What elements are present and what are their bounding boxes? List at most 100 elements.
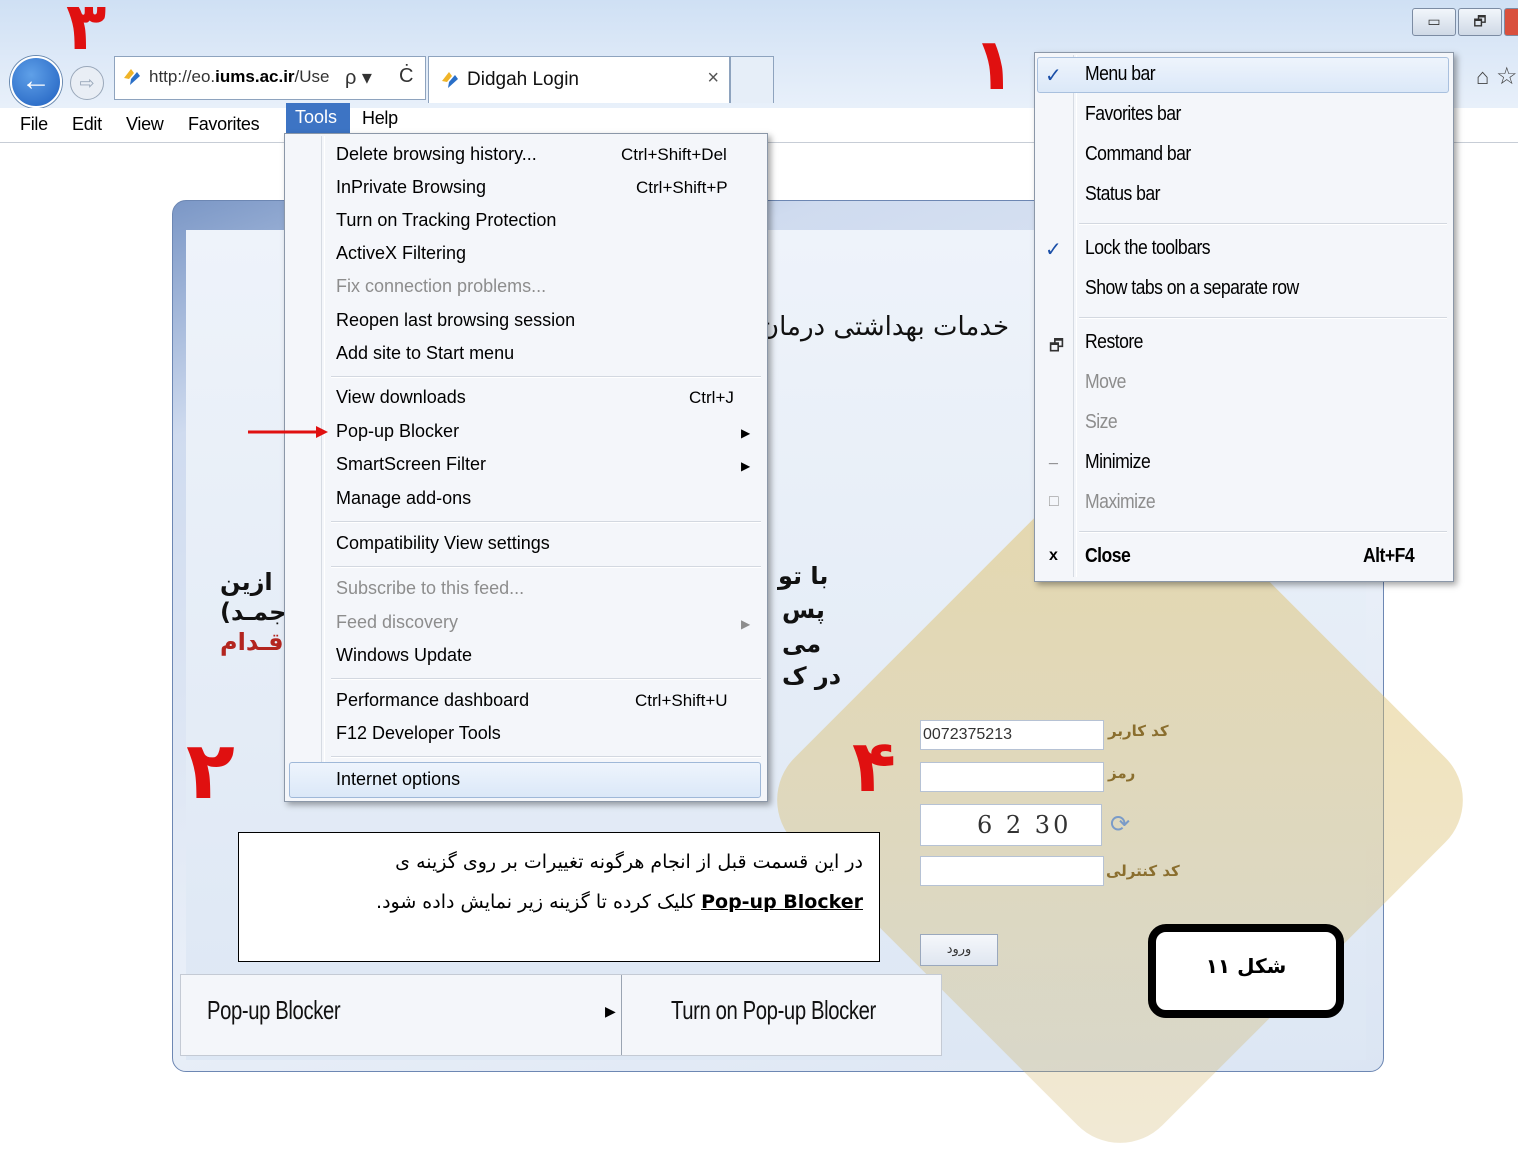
page-mid-text-1: با تو (778, 562, 829, 590)
ctx-item-status-bar[interactable]: Status bar (1085, 183, 1160, 206)
shortcut-view-downloads: Ctrl+J (689, 388, 734, 407)
star-icon[interactable]: ☆ (1496, 62, 1518, 91)
note-line-2: Pop-up Blocker کلیک کرده تا گزینه زیر نم… (376, 891, 863, 913)
ctx-item-favorites-bar[interactable]: Favorites bar (1085, 103, 1181, 126)
ctx-item-maximize[interactable]: Maximize (1085, 491, 1156, 514)
menu-separator (331, 376, 761, 378)
menu-separator (331, 566, 761, 568)
note-line-1: در این قسمت قبل از انجام هرگونه تغییرات … (395, 851, 863, 873)
username-label: کد کاربر (1108, 722, 1169, 740)
submenu-arrow-icon: ▶ (741, 426, 751, 440)
menu-separator (331, 756, 761, 758)
menu-item-manage-addons[interactable]: Manage add-ons (336, 488, 471, 509)
ctx-item-tabs-separate-row[interactable]: Show tabs on a separate row (1085, 277, 1299, 300)
page-left-text-2: جمـد) (220, 598, 287, 626)
menu-item-internet-options[interactable]: Internet options (289, 762, 761, 798)
forward-button[interactable]: ⇨ (70, 66, 104, 100)
login-submit-button[interactable]: ورود (920, 934, 998, 966)
popup-blocker-submenu: Pop-up Blocker ▶ Turn on Pop-up Blocker (180, 974, 942, 1056)
menu-item-add-start-menu[interactable]: Add site to Start menu (336, 343, 514, 364)
page-left-text-1: ازین (220, 568, 273, 596)
tab-close-icon[interactable]: × (707, 67, 719, 90)
ctx-item-minimize[interactable]: Minimize (1085, 451, 1151, 474)
password-input[interactable] (920, 762, 1104, 792)
username-input[interactable]: 0072375213 (920, 720, 1104, 750)
page-mid-text-2: پس (782, 596, 825, 624)
menu-item-f12-tools[interactable]: F12 Developer Tools (336, 723, 501, 744)
lock-toolbars-check-icon: ✓ (1045, 239, 1062, 261)
menu-help[interactable]: Help (362, 108, 398, 129)
restore-window-button[interactable]: 🗗 (1458, 8, 1502, 36)
captcha-label: کد کنترلی (1106, 862, 1180, 880)
menu-item-inprivate[interactable]: InPrivate Browsing (336, 177, 486, 198)
menu-gutter (321, 136, 325, 796)
menu-item-delete-history[interactable]: Delete browsing history... (336, 144, 537, 165)
submenu-arrow-icon: ▶ (741, 617, 751, 631)
ctx-item-lock-toolbars[interactable]: Lock the toolbars (1085, 237, 1211, 260)
menu-item-windows-update[interactable]: Windows Update (336, 645, 472, 666)
menu-view[interactable]: View (126, 114, 164, 135)
shortcut-performance-dashboard: Ctrl+Shift+U (635, 691, 728, 710)
page-header-text: خدمات بهداشتی درمان (760, 312, 1010, 342)
menu-item-reopen-session[interactable]: Reopen last browsing session (336, 310, 575, 331)
instruction-note-box: در این قسمت قبل از انجام هرگونه تغییرات … (238, 832, 880, 962)
menu-item-tracking-protection[interactable]: Turn on Tracking Protection (336, 210, 556, 231)
menu-item-smartscreen[interactable]: SmartScreen Filter (336, 454, 486, 475)
red-arrow-icon (248, 426, 328, 438)
ctx-item-command-bar[interactable]: Command bar (1085, 143, 1191, 166)
ctx-item-close[interactable]: Close (1085, 545, 1131, 568)
menu-item-view-downloads[interactable]: View downloads (336, 387, 466, 408)
ctx-item-move[interactable]: Move (1085, 371, 1126, 394)
captcha-input[interactable] (920, 856, 1104, 886)
menu-item-activex-filtering[interactable]: ActiveX Filtering (336, 243, 466, 264)
menu-separator (1079, 223, 1447, 225)
annotation-number-1: ۱ (972, 22, 1016, 106)
address-bar[interactable]: http://eo.iums.ac.ir/Use ρ ▾ Ċ (114, 56, 426, 100)
maximize-icon: □ (1049, 493, 1059, 510)
menu-separator (331, 678, 761, 680)
turn-on-popup-blocker-item[interactable]: Turn on Pop-up Blocker (671, 995, 876, 1026)
menu-item-feed-discovery[interactable]: Feed discovery (336, 612, 458, 633)
back-button[interactable]: ← (10, 56, 62, 108)
menu-file[interactable]: File (20, 114, 48, 135)
menu-separator (331, 521, 761, 523)
menu-favorites[interactable]: Favorites (188, 114, 260, 135)
new-tab-button[interactable] (730, 56, 774, 103)
refresh-icon[interactable]: Ċ (399, 65, 413, 88)
home-icon[interactable]: ⌂ (1476, 64, 1489, 90)
close-window-button[interactable] (1504, 8, 1518, 36)
minimize-window-button[interactable]: ▭ (1412, 8, 1456, 36)
captcha-image: 6 2 30 (920, 804, 1102, 846)
captcha-refresh-icon[interactable]: ⟳ (1110, 810, 1130, 839)
annotation-number-3: ۳ (66, 0, 107, 65)
page-mid-text-3: می (782, 630, 822, 658)
tab-didgah-login[interactable]: Didgah Login × (428, 56, 730, 103)
ctx-item-size[interactable]: Size (1085, 411, 1118, 434)
submenu-arrow-icon: ▶ (741, 459, 751, 473)
search-icon[interactable]: ρ ▾ (345, 65, 372, 90)
page-mid-text-4: در ک (782, 662, 842, 690)
site-logo-icon (442, 72, 458, 88)
annotation-number-2: ۲ (186, 724, 235, 817)
menu-item-subscribe-feed[interactable]: Subscribe to this feed... (336, 578, 524, 599)
popup-blocker-item[interactable]: Pop-up Blocker (207, 995, 341, 1026)
note-popup-blocker: Pop-up Blocker (701, 891, 863, 913)
menu-item-performance-dashboard[interactable]: Performance dashboard (336, 690, 529, 711)
toolbar-context-menu: ✓ Menu bar Favorites bar Command bar Sta… (1034, 52, 1454, 582)
tools-menu: Delete browsing history... Ctrl+Shift+De… (284, 133, 768, 802)
menu-gutter (1073, 55, 1077, 577)
address-url[interactable]: http://eo.iums.ac.ir/Use (149, 67, 330, 87)
ctx-shortcut-close: Alt+F4 (1363, 545, 1415, 567)
submenu-divider (621, 975, 622, 1055)
tab-title: Didgah Login (467, 69, 579, 90)
menu-item-fix-connection[interactable]: Fix connection problems... (336, 276, 546, 297)
ctx-item-restore[interactable]: Restore (1085, 331, 1143, 354)
menu-bar-check-icon: ✓ (1045, 65, 1062, 87)
menu-separator (1079, 531, 1447, 533)
menu-item-popup-blocker[interactable]: Pop-up Blocker (336, 421, 459, 442)
annotation-number-4: ۴ (852, 724, 896, 808)
menu-edit[interactable]: Edit (72, 114, 102, 135)
menu-item-compatibility-view[interactable]: Compatibility View settings (336, 533, 550, 554)
menu-tools[interactable]: Tools (286, 103, 350, 133)
ctx-item-menu-bar[interactable]: Menu bar (1085, 63, 1156, 86)
